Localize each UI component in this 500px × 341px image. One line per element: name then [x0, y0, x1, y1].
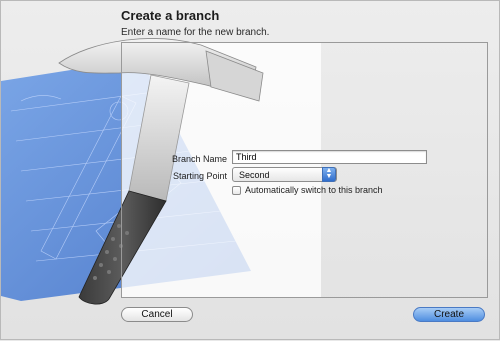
auto-switch-label: Automatically switch to this branch — [245, 185, 383, 195]
branch-name-label: Branch Name — [171, 154, 227, 164]
branch-name-field[interactable] — [232, 150, 427, 164]
create-button[interactable]: Create — [413, 307, 485, 322]
cancel-button[interactable]: Cancel — [121, 307, 193, 322]
updown-arrows-icon: ▲ ▼ — [322, 167, 336, 182]
auto-switch-checkbox[interactable] — [232, 186, 241, 195]
create-branch-sheet: Create a branch Enter a name for the new… — [0, 0, 500, 340]
starting-point-select[interactable]: Second ▲ ▼ — [232, 167, 337, 182]
starting-point-value: Second — [239, 170, 270, 180]
dialog-title: Create a branch — [121, 8, 220, 23]
dialog-subtitle: Enter a name for the new branch. — [121, 27, 270, 38]
starting-point-label: Starting Point — [172, 171, 227, 181]
